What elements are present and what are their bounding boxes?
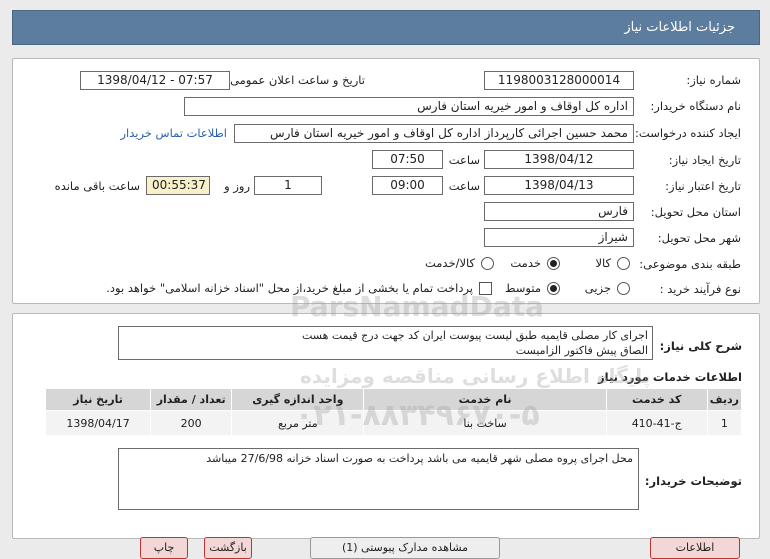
col-code: کد خدمت — [605, 388, 708, 411]
process-medium-radio[interactable] — [547, 282, 560, 295]
province-field[interactable]: فارس — [484, 202, 634, 221]
process-minor-radio[interactable] — [617, 282, 630, 295]
category-goods-radio[interactable] — [617, 257, 630, 270]
valid-date-field[interactable]: 1398/04/13 — [484, 176, 634, 195]
day-label: روز و — [224, 179, 250, 193]
payment-note: پرداخت تمام یا بخشی از مبلغ خرید،از محل … — [106, 281, 473, 295]
category-both-label: کالا/خدمت — [424, 256, 475, 270]
buyer-org-label: نام دستگاه خریدار: — [650, 99, 741, 113]
table-row[interactable]: 1 ج-41-410 ساخت بنا متر مربع 200 1398/04… — [44, 410, 743, 436]
buyer-notes-box: محل اجرای پروه مصلی شهر قایمیه می باشد پ… — [118, 448, 639, 510]
services-table: ردیف کد خدمت نام خدمت واحد اندازه گیری ت… — [44, 388, 743, 436]
buyer-contact-link[interactable]: اطلاعات تماس خریدار — [120, 126, 227, 140]
creator-field[interactable]: محمد حسین اجرائی کارپرداز اداره کل اوقاف… — [234, 124, 634, 143]
col-row: ردیف — [706, 388, 743, 411]
cell-name: ساخت بنا — [363, 410, 607, 436]
process-minor-label: جزیی — [584, 281, 611, 295]
creator-label: ایجاد کننده درخواست: — [635, 126, 741, 140]
page-title: جزئیات اطلاعات نیاز — [624, 20, 735, 35]
need-number-field[interactable]: 1198003128000014 — [484, 71, 634, 90]
create-date-label: تاریخ ایجاد نیاز: — [668, 153, 741, 167]
days-field[interactable]: 1 — [254, 176, 322, 195]
services-title: اطلاعات خدمات مورد نیاز — [598, 370, 742, 384]
back-button[interactable]: بازگشت — [204, 537, 252, 559]
cell-row: 1 — [706, 410, 743, 436]
remaining-label: ساعت باقی مانده — [54, 179, 140, 193]
process-label: نوع فرآیند خرید : — [659, 282, 741, 296]
col-date: تاریخ نیاز — [44, 388, 152, 411]
remaining-time-field: 00:55:37 — [146, 176, 210, 195]
need-number-label: شماره نیاز: — [686, 73, 741, 87]
create-time-label: ساعت — [448, 153, 480, 167]
category-both-radio[interactable] — [481, 257, 494, 270]
create-time-field[interactable]: 07:50 — [372, 150, 443, 169]
services-header-row: ردیف کد خدمت نام خدمت واحد اندازه گیری ت… — [44, 388, 743, 411]
cell-date: 1398/04/17 — [44, 410, 152, 436]
print-button[interactable]: چاپ — [140, 537, 188, 559]
page-header: جزئیات اطلاعات نیاز — [12, 10, 760, 45]
view-attachments-button[interactable]: مشاهده مدارک پیوستی (1) — [310, 537, 500, 559]
buyer-notes-label: توضیحات خریدار: — [644, 474, 742, 488]
valid-time-field[interactable]: 09:00 — [372, 176, 443, 195]
cell-qty: 200 — [150, 410, 233, 436]
col-unit: واحد اندازه گیری — [231, 388, 365, 411]
city-label: شهر محل تحویل: — [657, 231, 741, 245]
summary-line-1: اجرای کار مصلی قایمیه طبق لیست پیوست ایر… — [301, 329, 648, 342]
category-goods-label: کالا — [595, 256, 611, 270]
treasury-payment-checkbox[interactable] — [479, 282, 492, 295]
announce-field[interactable]: 1398/04/12 - 07:57 — [80, 71, 230, 90]
create-date-field[interactable]: 1398/04/12 — [484, 150, 634, 169]
need-details-panel: شماره نیاز: 1198003128000014 تاریخ و ساع… — [12, 58, 760, 304]
cell-unit: متر مربع — [231, 410, 365, 436]
summary-line-2: الصاق پیش فاکتور الزامیست — [515, 344, 648, 357]
valid-date-label: تاریخ اعتبار نیاز: — [665, 179, 741, 193]
col-qty: تعداد / مقدار — [150, 388, 233, 411]
valid-time-label: ساعت — [448, 179, 480, 193]
summary-label: شرح کلی نیاز: — [659, 339, 742, 353]
announce-label: تاریخ و ساعت اعلان عمومی: — [226, 73, 365, 87]
category-service-radio[interactable] — [547, 257, 560, 270]
col-name: نام خدمت — [363, 388, 607, 411]
process-medium-label: متوسط — [504, 281, 541, 295]
category-service-label: خدمت — [510, 256, 541, 270]
summary-box: اجرای کار مصلی قایمیه طبق لیست پیوست ایر… — [118, 326, 653, 360]
city-field[interactable]: شیراز — [484, 228, 634, 247]
category-label: طبقه بندی موضوعی: — [639, 257, 741, 271]
province-label: استان محل تحویل: — [650, 205, 741, 219]
cell-code: ج-41-410 — [605, 410, 708, 436]
info-button[interactable]: اطلاعات — [650, 537, 740, 559]
buyer-org-field[interactable]: اداره کل اوقاف و امور خیریه استان فارس — [184, 97, 634, 116]
